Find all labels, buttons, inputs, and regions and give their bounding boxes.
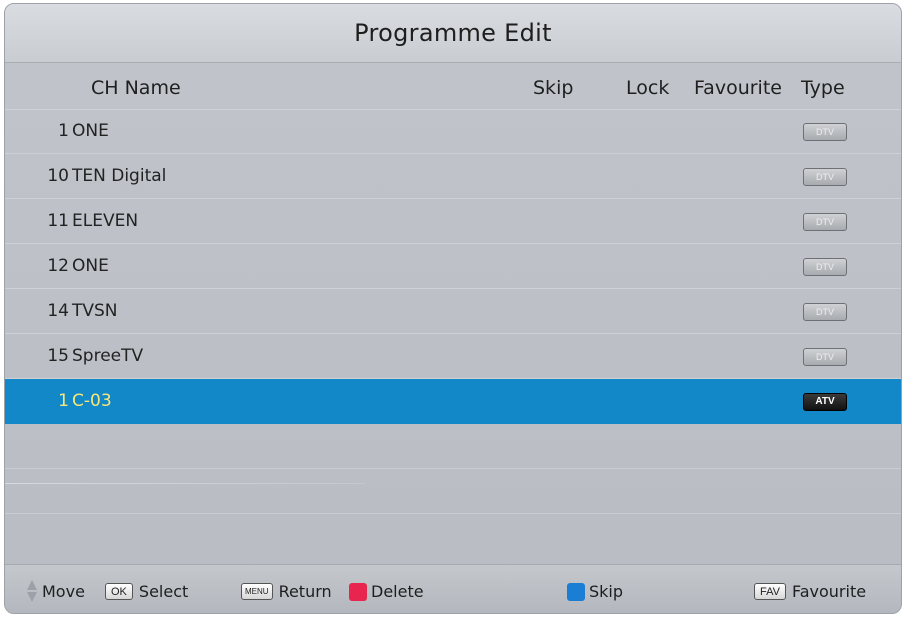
type-badge: DTV — [803, 123, 847, 141]
return-label: Return — [278, 582, 332, 601]
move-label: Move — [42, 581, 85, 601]
column-skip: Skip — [533, 77, 574, 99]
channel-number: 1 — [58, 121, 69, 141]
key-legend: Move OK Select MENU Return Delete Skip F… — [5, 564, 901, 613]
column-type: Type — [801, 77, 845, 99]
channel-number: 15 — [47, 346, 69, 366]
column-header: CH Name Skip Lock Favourite Type — [5, 63, 901, 110]
up-down-arrows-icon — [27, 579, 37, 603]
ok-key-icon: OK — [105, 583, 133, 600]
type-badge: ATV — [803, 393, 847, 411]
column-ch-name: CH Name — [91, 77, 181, 99]
channel-row[interactable]: 11 ELEVEN DTV — [5, 199, 901, 244]
channel-name: C-03 — [72, 391, 112, 411]
fav-key-icon: FAV — [754, 583, 786, 600]
page-title: Programme Edit — [5, 4, 901, 63]
skip-hint: Skip — [567, 582, 623, 601]
column-favourite: Favourite — [694, 77, 782, 99]
channel-number: 12 — [47, 256, 69, 276]
channel-number: 1 — [58, 391, 69, 411]
channel-name: TEN Digital — [72, 166, 167, 186]
channel-number: 11 — [47, 211, 69, 231]
channel-row[interactable]: 10 TEN Digital DTV — [5, 154, 901, 199]
empty-row — [5, 424, 901, 469]
blue-key-icon — [567, 582, 585, 601]
channel-row-selected[interactable]: 1 C-03 ATV — [5, 379, 901, 424]
return-hint: MENU Return — [241, 582, 332, 601]
move-hint: Move — [27, 579, 85, 603]
channel-row[interactable]: 15 SpreeTV DTV — [5, 334, 901, 379]
divider — [5, 483, 365, 484]
type-badge: DTV — [803, 348, 847, 366]
delete-label: Delete — [371, 582, 424, 601]
select-hint: OK Select — [105, 582, 188, 601]
select-label: Select — [138, 582, 189, 601]
favourite-label: Favourite — [791, 582, 867, 601]
type-badge: DTV — [803, 168, 847, 186]
column-lock: Lock — [626, 77, 670, 99]
type-badge: DTV — [803, 258, 847, 276]
channel-name: ONE — [72, 256, 109, 276]
type-badge: DTV — [803, 213, 847, 231]
empty-row — [5, 469, 901, 514]
channel-name: ONE — [72, 121, 109, 141]
favourite-hint: FAV Favourite — [754, 582, 866, 601]
delete-hint: Delete — [349, 582, 424, 601]
programme-edit-panel: Programme Edit CH Name Skip Lock Favouri… — [4, 3, 902, 614]
channel-name: TVSN — [72, 301, 118, 321]
skip-label: Skip — [589, 582, 624, 601]
channel-row[interactable]: 14 TVSN DTV — [5, 289, 901, 334]
channel-name: ELEVEN — [72, 211, 139, 231]
channel-name: SpreeTV — [72, 346, 144, 366]
channel-row[interactable]: 1 ONE DTV — [5, 109, 901, 154]
channel-number: 10 — [47, 166, 69, 186]
channel-number: 14 — [47, 301, 69, 321]
red-key-icon — [349, 582, 367, 601]
channel-list: 1 ONE DTV 10 TEN Digital DTV 11 ELEVEN D… — [5, 109, 901, 559]
type-badge: DTV — [803, 303, 847, 321]
menu-key-icon: MENU — [241, 583, 273, 600]
empty-row — [5, 514, 901, 559]
channel-row[interactable]: 12 ONE DTV — [5, 244, 901, 289]
